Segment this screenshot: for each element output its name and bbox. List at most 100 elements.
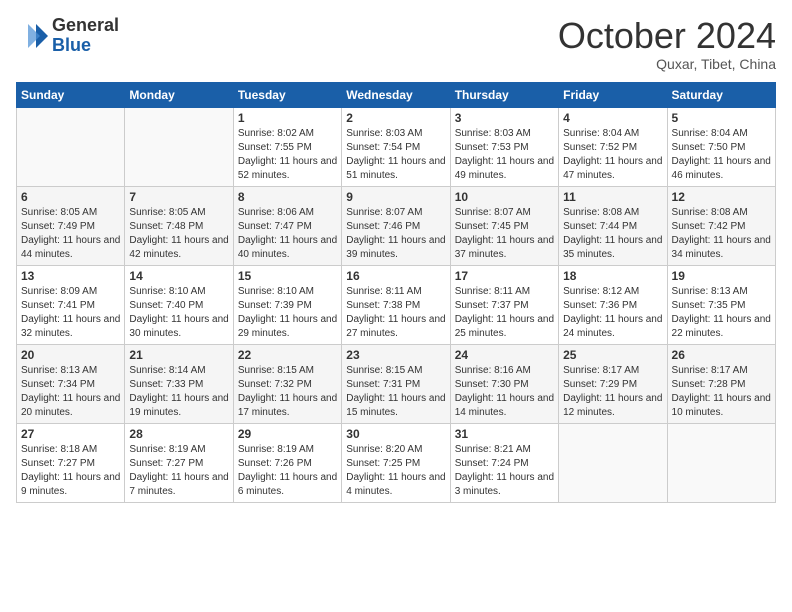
calendar-cell: 14 Sunrise: 8:10 AMSunset: 7:40 PMDayligh… — [125, 265, 233, 344]
calendar-cell: 20 Sunrise: 8:13 AMSunset: 7:34 PMDayligh… — [17, 344, 125, 423]
day-number: 28 — [129, 427, 228, 441]
calendar-cell: 26Sunrise: 8:17 AMSunset: 7:28 PMDayligh… — [667, 344, 775, 423]
day-info: Sunrise: 8:06 AMSunset: 7:47 PMDaylight:… — [238, 206, 337, 262]
day-info: Sunrise: 8:16 AMSunset: 7:30 PMDaylight:… — [455, 364, 554, 420]
day-info: Sunrise: 8:08 AMSunset: 7:42 PMDaylight:… — [672, 206, 771, 262]
day-number: 17 — [455, 269, 554, 283]
day-number: 25 — [563, 348, 662, 362]
day-info: Sunrise: 8:05 AMSunset: 7:49 PMDaylight:… — [21, 206, 120, 262]
day-number: 2 — [346, 111, 445, 125]
calendar-cell: 23 Sunrise: 8:15 AMSunset: 7:31 PMDayligh… — [342, 344, 450, 423]
day-info: Sunrise: 8:13 AMSunset: 7:34 PMDaylight:… — [21, 364, 120, 420]
calendar-week-row: 27Sunrise: 8:18 AMSunset: 7:27 PMDayligh… — [17, 423, 776, 502]
day-number: 11 — [563, 190, 662, 204]
day-number: 18 — [563, 269, 662, 283]
title-block: October 2024 Quxar, Tibet, China — [558, 16, 776, 72]
calendar-cell: 11 Sunrise: 8:08 AMSunset: 7:44 PMDayligh… — [559, 186, 667, 265]
calendar-cell: 25 Sunrise: 8:17 AMSunset: 7:29 PMDayligh… — [559, 344, 667, 423]
day-info: Sunrise: 8:10 AMSunset: 7:40 PMDaylight:… — [129, 285, 228, 341]
day-number: 29 — [238, 427, 337, 441]
day-info: Sunrise: 8:12 AMSunset: 7:36 PMDaylight:… — [563, 285, 662, 341]
calendar-cell — [17, 107, 125, 186]
calendar-cell: 22 Sunrise: 8:15 AMSunset: 7:32 PMDayligh… — [233, 344, 341, 423]
day-info: Sunrise: 8:05 AMSunset: 7:48 PMDaylight:… — [129, 206, 228, 262]
day-number: 13 — [21, 269, 120, 283]
logo-general: General — [52, 16, 119, 36]
logo-icon — [16, 20, 48, 52]
calendar-cell: 1Sunrise: 8:02 AMSunset: 7:55 PMDaylight… — [233, 107, 341, 186]
calendar-cell: 2 Sunrise: 8:03 AMSunset: 7:54 PMDaylight… — [342, 107, 450, 186]
day-number: 19 — [672, 269, 771, 283]
day-number: 22 — [238, 348, 337, 362]
calendar-cell: 7 Sunrise: 8:05 AMSunset: 7:48 PMDaylight… — [125, 186, 233, 265]
day-info: Sunrise: 8:19 AMSunset: 7:27 PMDaylight:… — [129, 443, 228, 499]
calendar-cell: 30 Sunrise: 8:20 AMSunset: 7:25 PMDayligh… — [342, 423, 450, 502]
calendar-cell: 29 Sunrise: 8:19 AMSunset: 7:26 PMDayligh… — [233, 423, 341, 502]
day-info: Sunrise: 8:04 AMSunset: 7:52 PMDaylight:… — [563, 127, 662, 183]
calendar-table: SundayMondayTuesdayWednesdayThursdayFrid… — [16, 82, 776, 503]
day-number: 21 — [129, 348, 228, 362]
calendar-cell: 31 Sunrise: 8:21 AMSunset: 7:24 PMDayligh… — [450, 423, 558, 502]
day-number: 7 — [129, 190, 228, 204]
calendar-week-row: 20 Sunrise: 8:13 AMSunset: 7:34 PMDayligh… — [17, 344, 776, 423]
day-number: 9 — [346, 190, 445, 204]
calendar-cell: 24 Sunrise: 8:16 AMSunset: 7:30 PMDayligh… — [450, 344, 558, 423]
calendar-cell: 13 Sunrise: 8:09 AMSunset: 7:41 PMDayligh… — [17, 265, 125, 344]
calendar-cell: 12 Sunrise: 8:08 AMSunset: 7:42 PMDayligh… — [667, 186, 775, 265]
day-number: 4 — [563, 111, 662, 125]
day-header-wednesday: Wednesday — [342, 82, 450, 107]
day-header-monday: Monday — [125, 82, 233, 107]
day-number: 12 — [672, 190, 771, 204]
logo-blue: Blue — [52, 36, 119, 56]
calendar-cell: 18 Sunrise: 8:12 AMSunset: 7:36 PMDayligh… — [559, 265, 667, 344]
day-number: 3 — [455, 111, 554, 125]
day-info: Sunrise: 8:17 AMSunset: 7:29 PMDaylight:… — [563, 364, 662, 420]
day-number: 20 — [21, 348, 120, 362]
day-info: Sunrise: 8:20 AMSunset: 7:25 PMDaylight:… — [346, 443, 445, 499]
day-header-sunday: Sunday — [17, 82, 125, 107]
day-number: 31 — [455, 427, 554, 441]
day-info: Sunrise: 8:08 AMSunset: 7:44 PMDaylight:… — [563, 206, 662, 262]
day-info: Sunrise: 8:07 AMSunset: 7:45 PMDaylight:… — [455, 206, 554, 262]
day-info: Sunrise: 8:03 AMSunset: 7:54 PMDaylight:… — [346, 127, 445, 183]
day-header-friday: Friday — [559, 82, 667, 107]
month-title: October 2024 — [558, 16, 776, 56]
day-info: Sunrise: 8:09 AMSunset: 7:41 PMDaylight:… — [21, 285, 120, 341]
calendar-cell: 9Sunrise: 8:07 AMSunset: 7:46 PMDaylight… — [342, 186, 450, 265]
calendar-cell: 3Sunrise: 8:03 AMSunset: 7:53 PMDaylight… — [450, 107, 558, 186]
day-number: 26 — [672, 348, 771, 362]
day-info: Sunrise: 8:14 AMSunset: 7:33 PMDaylight:… — [129, 364, 228, 420]
day-number: 8 — [238, 190, 337, 204]
day-info: Sunrise: 8:15 AMSunset: 7:31 PMDaylight:… — [346, 364, 445, 420]
day-header-tuesday: Tuesday — [233, 82, 341, 107]
calendar-week-row: 13 Sunrise: 8:09 AMSunset: 7:41 PMDayligh… — [17, 265, 776, 344]
calendar-cell: 4 Sunrise: 8:04 AMSunset: 7:52 PMDaylight… — [559, 107, 667, 186]
calendar-cell: 6Sunrise: 8:05 AMSunset: 7:49 PMDaylight… — [17, 186, 125, 265]
logo-text: General Blue — [52, 16, 119, 56]
calendar-cell: 5Sunrise: 8:04 AMSunset: 7:50 PMDaylight… — [667, 107, 775, 186]
day-info: Sunrise: 8:10 AMSunset: 7:39 PMDaylight:… — [238, 285, 337, 341]
day-info: Sunrise: 8:13 AMSunset: 7:35 PMDaylight:… — [672, 285, 771, 341]
day-number: 15 — [238, 269, 337, 283]
day-number: 30 — [346, 427, 445, 441]
calendar-cell — [667, 423, 775, 502]
calendar-cell: 15 Sunrise: 8:10 AMSunset: 7:39 PMDayligh… — [233, 265, 341, 344]
calendar-header-row: SundayMondayTuesdayWednesdayThursdayFrid… — [17, 82, 776, 107]
day-info: Sunrise: 8:02 AMSunset: 7:55 PMDaylight:… — [238, 127, 337, 183]
calendar-cell — [125, 107, 233, 186]
day-number: 14 — [129, 269, 228, 283]
day-info: Sunrise: 8:15 AMSunset: 7:32 PMDaylight:… — [238, 364, 337, 420]
day-number: 5 — [672, 111, 771, 125]
day-number: 16 — [346, 269, 445, 283]
day-info: Sunrise: 8:18 AMSunset: 7:27 PMDaylight:… — [21, 443, 120, 499]
day-header-thursday: Thursday — [450, 82, 558, 107]
calendar-cell: 17 Sunrise: 8:11 AMSunset: 7:37 PMDayligh… — [450, 265, 558, 344]
day-info: Sunrise: 8:19 AMSunset: 7:26 PMDaylight:… — [238, 443, 337, 499]
calendar-cell: 16Sunrise: 8:11 AMSunset: 7:38 PMDayligh… — [342, 265, 450, 344]
day-number: 24 — [455, 348, 554, 362]
calendar-week-row: 1Sunrise: 8:02 AMSunset: 7:55 PMDaylight… — [17, 107, 776, 186]
day-number: 10 — [455, 190, 554, 204]
day-number: 23 — [346, 348, 445, 362]
day-info: Sunrise: 8:11 AMSunset: 7:37 PMDaylight:… — [455, 285, 554, 341]
day-info: Sunrise: 8:21 AMSunset: 7:24 PMDaylight:… — [455, 443, 554, 499]
